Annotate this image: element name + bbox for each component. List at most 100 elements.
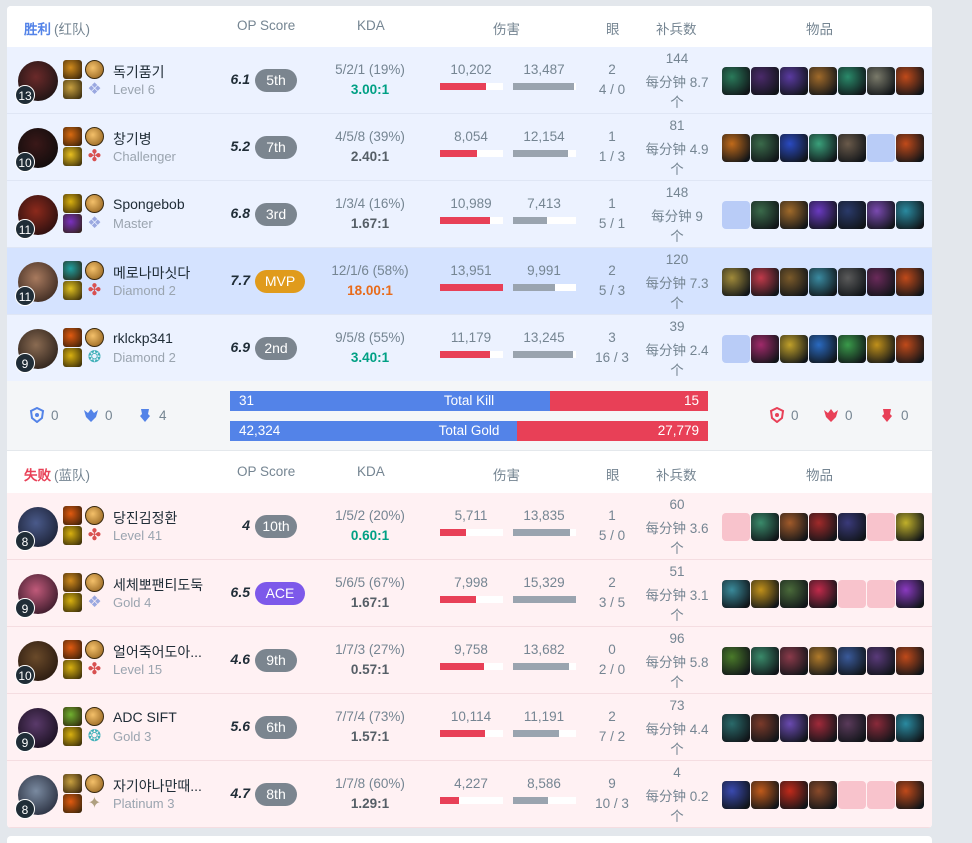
item-icon[interactable]: [722, 67, 750, 95]
item-icon[interactable]: [809, 134, 837, 162]
summoner-name[interactable]: 자기야나만때...: [113, 776, 202, 796]
keystone-rune-icon[interactable]: [85, 194, 104, 213]
item-icon[interactable]: [751, 134, 779, 162]
item-icon[interactable]: [751, 714, 779, 742]
item-icon[interactable]: [751, 335, 779, 363]
item-icon[interactable]: [896, 714, 924, 742]
summoner-spell-icon[interactable]: [63, 127, 82, 146]
summoner-spell-icon[interactable]: [63, 707, 82, 726]
item-icon[interactable]: [809, 335, 837, 363]
item-icon[interactable]: [809, 201, 837, 229]
item-icon[interactable]: [722, 134, 750, 162]
item-icon[interactable]: [838, 335, 866, 363]
summoner-name[interactable]: Spongebob: [113, 196, 185, 212]
item-icon[interactable]: [838, 134, 866, 162]
summoner-spell-icon[interactable]: [63, 774, 82, 793]
champion-portrait[interactable]: 9: [15, 574, 58, 618]
item-icon[interactable]: [867, 67, 895, 95]
item-icon[interactable]: [780, 580, 808, 608]
secondary-rune-icon[interactable]: ❖: [85, 593, 104, 612]
summoner-spell-icon[interactable]: [63, 194, 82, 213]
keystone-rune-icon[interactable]: [85, 261, 104, 280]
summoner-spell-icon[interactable]: [63, 727, 82, 746]
item-icon[interactable]: [838, 67, 866, 95]
item-icon[interactable]: [780, 781, 808, 809]
item-icon[interactable]: [838, 647, 866, 675]
summoner-name[interactable]: 창기병: [113, 129, 152, 149]
item-icon[interactable]: [751, 268, 779, 296]
summoner-spell-icon[interactable]: [63, 281, 82, 300]
summoner-spell-icon[interactable]: [63, 640, 82, 659]
summoner-spell-icon[interactable]: [63, 147, 82, 166]
summoner-spell-icon[interactable]: [63, 593, 82, 612]
item-icon[interactable]: [838, 201, 866, 229]
secondary-rune-icon[interactable]: ❖: [85, 214, 104, 233]
item-icon[interactable]: [780, 513, 808, 541]
item-icon[interactable]: [809, 67, 837, 95]
summoner-spell-icon[interactable]: [63, 573, 82, 592]
item-icon[interactable]: [896, 781, 924, 809]
item-icon[interactable]: [896, 580, 924, 608]
item-icon[interactable]: [751, 580, 779, 608]
item-icon[interactable]: [751, 781, 779, 809]
item-icon[interactable]: [780, 201, 808, 229]
item-icon[interactable]: [809, 580, 837, 608]
champion-portrait[interactable]: 9: [15, 329, 58, 373]
keystone-rune-icon[interactable]: [85, 506, 104, 525]
item-icon[interactable]: [809, 647, 837, 675]
item-icon[interactable]: [867, 647, 895, 675]
item-icon[interactable]: [722, 647, 750, 675]
summoner-spell-icon[interactable]: [63, 328, 82, 347]
item-icon[interactable]: [896, 335, 924, 363]
item-icon[interactable]: [780, 268, 808, 296]
item-icon[interactable]: [722, 268, 750, 296]
summoner-spell-icon[interactable]: [63, 261, 82, 280]
keystone-rune-icon[interactable]: [85, 640, 104, 659]
champion-portrait[interactable]: 11: [15, 262, 58, 306]
item-icon[interactable]: [896, 134, 924, 162]
item-icon[interactable]: [896, 647, 924, 675]
item-icon[interactable]: [838, 714, 866, 742]
item-icon[interactable]: [896, 513, 924, 541]
secondary-rune-icon[interactable]: ❂: [85, 727, 104, 746]
secondary-rune-icon[interactable]: ✦: [85, 794, 104, 813]
secondary-rune-icon[interactable]: ✤: [85, 660, 104, 679]
summoner-spell-icon[interactable]: [63, 214, 82, 233]
keystone-rune-icon[interactable]: [85, 573, 104, 592]
summoner-name[interactable]: 독기품기: [113, 62, 165, 82]
summoner-name[interactable]: rklckp341: [113, 330, 173, 346]
summoner-spell-icon[interactable]: [63, 506, 82, 525]
item-icon[interactable]: [751, 201, 779, 229]
item-icon[interactable]: [751, 647, 779, 675]
champion-portrait[interactable]: 10: [15, 641, 58, 685]
item-icon[interactable]: [722, 714, 750, 742]
secondary-rune-icon[interactable]: ✤: [85, 281, 104, 300]
champion-portrait[interactable]: 8: [15, 775, 58, 819]
item-icon[interactable]: [751, 513, 779, 541]
secondary-rune-icon[interactable]: ❂: [85, 348, 104, 367]
summoner-spell-icon[interactable]: [63, 794, 82, 813]
summoner-spell-icon[interactable]: [63, 660, 82, 679]
item-icon[interactable]: [780, 134, 808, 162]
item-icon[interactable]: [780, 335, 808, 363]
item-icon[interactable]: [780, 714, 808, 742]
summoner-spell-icon[interactable]: [63, 80, 82, 99]
champion-portrait[interactable]: 10: [15, 128, 58, 172]
item-icon[interactable]: [780, 67, 808, 95]
item-icon[interactable]: [838, 513, 866, 541]
champion-portrait[interactable]: 8: [15, 507, 58, 551]
secondary-rune-icon[interactable]: ✤: [85, 526, 104, 545]
secondary-rune-icon[interactable]: ✤: [85, 147, 104, 166]
champion-portrait[interactable]: 9: [15, 708, 58, 752]
item-icon[interactable]: [809, 714, 837, 742]
summoner-name[interactable]: 세체뽀팬티도둑: [113, 575, 203, 595]
item-icon[interactable]: [867, 201, 895, 229]
item-icon[interactable]: [896, 201, 924, 229]
summoner-spell-icon[interactable]: [63, 526, 82, 545]
champion-portrait[interactable]: 11: [15, 195, 58, 239]
keystone-rune-icon[interactable]: [85, 774, 104, 793]
item-icon[interactable]: [809, 781, 837, 809]
keystone-rune-icon[interactable]: [85, 328, 104, 347]
secondary-rune-icon[interactable]: ❖: [85, 80, 104, 99]
item-icon[interactable]: [809, 268, 837, 296]
